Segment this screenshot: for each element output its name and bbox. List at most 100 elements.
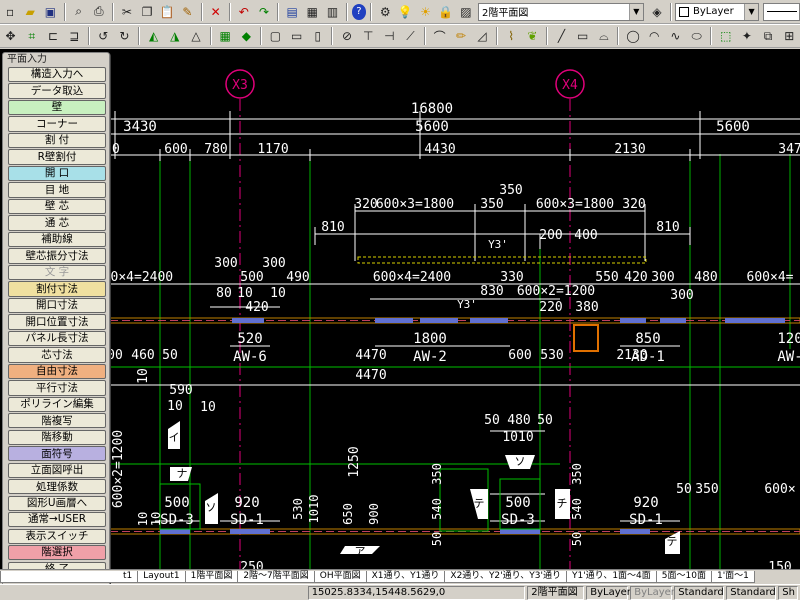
block-icon[interactable]: ⧉ [759,26,778,46]
match-properties-icon[interactable]: ✎ [178,2,196,22]
rect-outline-icon[interactable]: ▯ [308,26,327,46]
leaf-icon[interactable]: ❦ [523,26,542,46]
layout-icon[interactable]: ▥ [323,2,341,22]
polyline-icon[interactable]: ⌓ [594,26,613,46]
break-icon[interactable]: ⊒ [65,26,84,46]
color-swatch-icon[interactable]: ▨ [457,2,475,22]
palette-button[interactable]: 芯寸法 [8,347,106,363]
cube-icon[interactable]: ◆ [237,26,256,46]
copy-icon[interactable]: ❐ [138,2,156,22]
palette-button[interactable]: 目 地 [8,182,106,198]
palette-button[interactable]: 通常→USER [8,512,106,528]
layout-tab[interactable]: OH平面図 [313,571,367,583]
status-layer1[interactable]: ByLayer [586,585,631,600]
layout-tab[interactable]: t1 [0,571,139,583]
layout-tab[interactable]: 2階〜7階平面図 [237,571,315,583]
fillet-icon[interactable]: ⟋ [401,26,420,46]
triangle-icon[interactable]: △ [186,26,205,46]
rotate-right-icon[interactable]: ↻ [115,26,134,46]
delete-icon[interactable]: ✕ [207,2,225,22]
rect-draw-icon[interactable]: ▭ [573,26,592,46]
move-icon[interactable]: ✥ [1,26,20,46]
palette-button[interactable]: 文 字 [8,264,106,281]
palette-button[interactable]: 壁芯振分寸法 [8,248,106,264]
rectangle-select-icon[interactable]: ⊏ [43,26,62,46]
array-icon[interactable]: ▦ [216,26,235,46]
arc-icon[interactable]: ⌒ [430,26,449,46]
light-bulb-icon[interactable]: 💡 [396,2,414,22]
linetype-combo[interactable] [763,2,800,21]
palette-button[interactable]: 構造入力へ [8,67,106,83]
palette-button[interactable]: 図形U画層へ [8,495,106,511]
spline-icon[interactable]: ∿ [666,26,685,46]
status-style2[interactable]: Standard [726,585,777,600]
layout-tab[interactable]: 1'面〜1 [710,571,755,583]
drawing-canvas[interactable]: 16800 3430 5600 5600 0 600 780 1170 4430 2130 347 3… [0,49,800,569]
undo-icon[interactable]: ↶ [235,2,253,22]
cut-icon[interactable]: ✂ [118,2,136,22]
rect-fill-icon[interactable]: ▭ [287,26,306,46]
print-icon[interactable]: ⎙ [90,2,108,22]
palette-button[interactable]: 階複写 [8,413,106,429]
mirror-copy-icon[interactable]: ◮ [165,26,184,46]
palette-button[interactable]: 立面図呼出 [8,462,106,478]
palette-button[interactable]: ポリライン編集 [8,396,106,412]
palette-button[interactable]: 割付寸法 [8,281,106,297]
chevron-down-icon[interactable]: ▼ [628,3,643,20]
table-icon[interactable]: ▤ [283,2,301,22]
circle-arc-icon[interactable]: ◠ [645,26,664,46]
palette-button[interactable]: 開口寸法 [8,297,106,314]
layer-manager-icon[interactable]: ⚙ [376,2,394,22]
brush-icon[interactable]: ⌇ [502,26,521,46]
grip-icon[interactable]: ⌗ [22,26,41,46]
print-preview-icon[interactable]: ⌕ [70,2,88,22]
palette-button[interactable]: コーナー [8,116,106,132]
palette-button[interactable]: 階選択 [8,545,106,561]
chamfer-icon[interactable]: ◿ [472,26,491,46]
palette-button[interactable]: 階移動 [8,429,106,445]
lock-icon[interactable]: 🔒 [437,2,455,22]
extend-icon[interactable]: ⊣ [380,26,399,46]
layout-tab[interactable]: 5面〜10面 [655,571,712,583]
palette-button[interactable]: 開 口 [8,165,106,182]
mirror-icon[interactable]: ◭ [144,26,163,46]
layout-tab[interactable]: X1通り、Y1通り [365,571,446,583]
insert-icon[interactable]: ⊞ [780,26,799,46]
layout-tab[interactable]: Layout1 [137,571,186,583]
ellipse-icon[interactable]: ⬭ [687,26,706,46]
palette-button[interactable]: 壁 [8,99,106,116]
layout-tab[interactable]: 1階平面図 [184,571,239,583]
offset-icon[interactable]: ⊘ [337,26,356,46]
palette-button[interactable]: 壁 芯 [8,198,106,215]
trim-icon[interactable]: ⊤ [359,26,378,46]
circle-icon[interactable]: ◯ [623,26,642,46]
pencil-icon[interactable]: ✏ [451,26,470,46]
chevron-down-icon[interactable]: ▼ [744,3,759,20]
layer-combo[interactable]: ByLayer ▼ [675,2,760,21]
status-style3[interactable]: Sh [778,585,798,600]
palette-button[interactable]: データ取込 [8,83,106,99]
hatch-icon[interactable]: ⬚ [716,26,735,46]
palette-button[interactable]: 補助線 [8,231,106,248]
palette-button[interactable]: 通 芯 [8,215,106,231]
point-icon[interactable]: ✦ [737,26,756,46]
sun-icon[interactable]: ☀ [416,2,434,22]
palette-button[interactable]: R壁割付 [8,149,106,165]
save-icon[interactable]: ▣ [41,2,59,22]
palette-button[interactable]: パネル長寸法 [8,330,106,347]
open-folder-icon[interactable]: ▰ [21,2,39,22]
palette-button[interactable]: 割 付 [8,132,106,149]
rotate-left-icon[interactable]: ↺ [94,26,113,46]
help-icon[interactable]: ? [351,3,367,20]
view-combo[interactable]: 2階平面図 ▼ [477,2,644,21]
line-icon[interactable]: ╱ [552,26,571,46]
redo-icon[interactable]: ↷ [255,2,273,22]
rect-icon[interactable]: ▢ [266,26,285,46]
palette-button[interactable]: 平行寸法 [8,380,106,396]
palette-button[interactable]: 面符号 [8,446,106,462]
layout-tab[interactable]: X2通り、Y2'通り、Y3'通り [444,571,567,583]
palette-button[interactable]: 自由寸法 [8,363,106,380]
status-layer2[interactable]: ByLayer [630,585,675,600]
new-file-icon[interactable]: ▫ [1,2,19,22]
palette-button[interactable]: 表示スイッチ [8,528,106,544]
